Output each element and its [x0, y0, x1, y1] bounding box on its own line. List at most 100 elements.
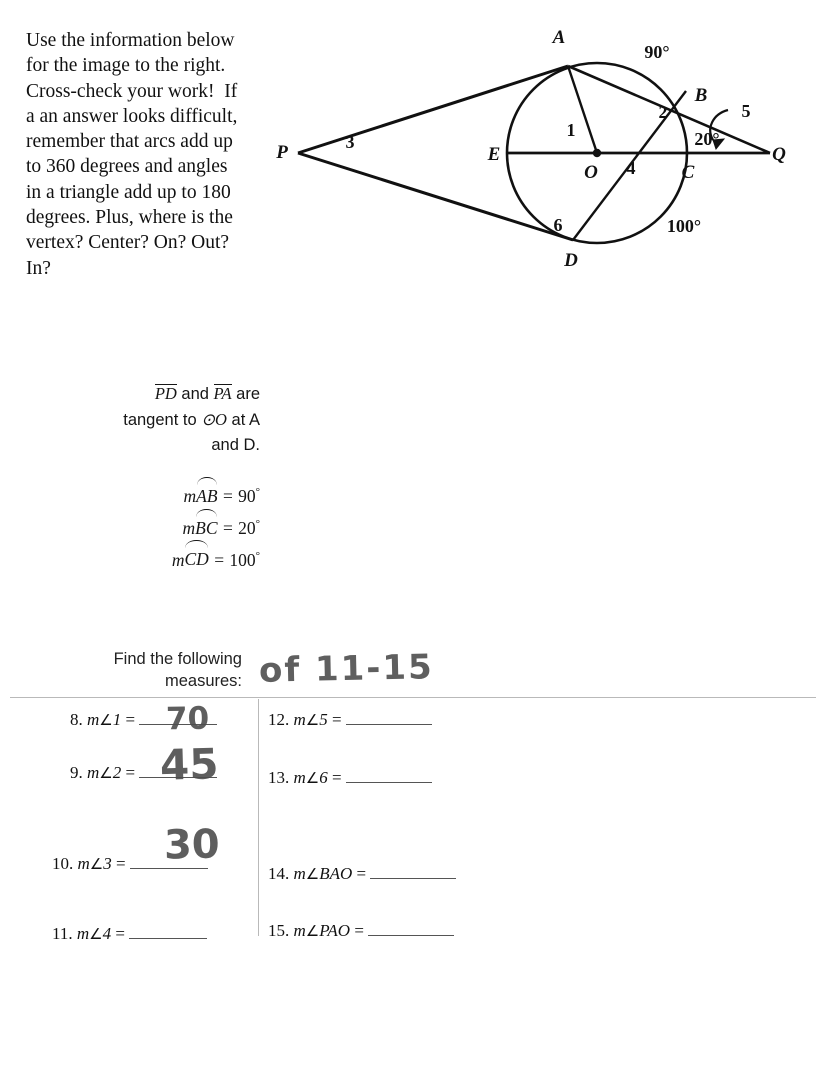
answer-blank-13[interactable] [345, 782, 432, 783]
angle-symbol-10: ∠ [89, 855, 104, 873]
find-measures-header: Find the following measures: [46, 648, 242, 692]
question-number-15: 15. [268, 921, 290, 940]
question-item-11: 11. m∠4 = [40, 924, 254, 944]
question-eq-9: = [121, 763, 140, 782]
column-divider [258, 699, 259, 936]
angle-symbol-9: ∠ [99, 764, 113, 782]
diagram-angle-6: 6 [554, 215, 563, 235]
angle-symbol-11: ∠ [89, 925, 103, 943]
question-name-10: 3 [103, 854, 112, 873]
question-item-9: 9. m∠2 = [40, 763, 254, 783]
arc-name-cd: CD [184, 540, 209, 573]
diagram-angle-1: 1 [567, 120, 576, 140]
diagram-angle-5: 5 [742, 101, 751, 121]
arc-eq-bc: = [217, 517, 239, 538]
question-eq-13: = [327, 768, 346, 787]
diagram-label-C: C [682, 162, 695, 183]
diagram-arc-label-90: 90° [644, 42, 669, 62]
diagram-arc-label-20: 20° [694, 129, 719, 149]
given-tangent-line1: PD and PA are [60, 382, 260, 407]
diagram-svg: P A B C D E O Q 1 2 3 4 5 6 90° 20° 100° [275, 27, 786, 271]
answer-blank-15[interactable] [368, 935, 455, 936]
question-m-11: m [76, 924, 90, 943]
diagram-angle-4: 4 [627, 158, 636, 178]
question-m-8: m [87, 710, 100, 729]
question-name-13: 6 [319, 768, 328, 787]
question-m-10: m [77, 854, 90, 873]
diagram-label-E: E [487, 144, 501, 165]
arc-measure-list: mAB = 90° mBC = 20° mCD = 100° [60, 476, 260, 573]
given-and: and [176, 385, 214, 403]
worksheet-page: Use the information below for the image … [0, 0, 822, 1084]
given-are: are [231, 385, 260, 403]
tangent-line-pd [297, 151, 574, 242]
question-eq-10: = [111, 854, 130, 873]
question-name-12: 5 [319, 710, 328, 729]
diagram-label-B: B [694, 85, 708, 106]
diagram-label-O: O [584, 162, 598, 183]
center-point-o [592, 148, 602, 158]
answer-blank-11[interactable] [129, 938, 208, 939]
diagram-label-P: P [275, 142, 288, 163]
given-tangent-line2: tangent to ⊙O at A [60, 407, 260, 433]
question-item-14: 14. m∠BAO = [268, 864, 518, 884]
question-item-12: 12. m∠5 = [268, 710, 518, 730]
arc-deg-cd: ° [255, 549, 260, 562]
question-m-15: m [293, 921, 306, 940]
question-item-8: 8. m∠1 = [40, 710, 254, 730]
arc-value-ab: 90 [238, 485, 256, 506]
instructions-paragraph: Use the information below for the image … [26, 30, 243, 279]
answer-blank-14[interactable] [370, 878, 457, 879]
diagram-angle-2: 2 [659, 102, 668, 122]
question-name-14: BAO [319, 864, 353, 883]
question-eq-15: = [350, 921, 369, 940]
arc-value-cd: 100 [229, 549, 256, 570]
diagram-label-D: D [563, 250, 578, 271]
question-name-15: PAO [319, 921, 351, 940]
arc-value-bc: 20 [238, 517, 256, 538]
given-tangent-to: tangent to [123, 411, 202, 429]
handwritten-answer-10: 30 [163, 821, 221, 869]
arc-name-bc: BC [195, 508, 218, 542]
angle-symbol-12: ∠ [305, 711, 320, 729]
question-name-9: 2 [112, 763, 122, 782]
question-name-8: 1 [112, 710, 122, 729]
secant-line-abq [567, 64, 771, 155]
answer-blank-12[interactable] [345, 724, 432, 725]
diagram-label-Q: Q [772, 144, 786, 165]
arc-m-prefix-ab: m [183, 485, 197, 506]
arc-m-prefix-cd: m [171, 549, 185, 570]
arc-deg-bc: ° [255, 517, 260, 530]
angle-symbol-8: ∠ [99, 711, 113, 729]
handwritten-answer-9: 45 [159, 739, 220, 790]
arc-eq-ab: = [217, 485, 239, 506]
handwritten-answer-8: 70 [165, 700, 210, 738]
arc-measure-ab: mAB = 90° [60, 476, 260, 510]
circle-o-symbol: ⊙O [201, 410, 227, 429]
find-measures-line2: measures: [164, 672, 242, 690]
given-tangent-line3: and D. [211, 436, 260, 454]
arc-measure-bc: mBC = 20° [60, 508, 260, 542]
segment-pd: PD [154, 384, 177, 403]
arc-eq-cd: = [208, 549, 230, 570]
question-item-15: 15. m∠PAO = [268, 921, 518, 941]
question-m-14: m [293, 864, 306, 883]
question-number-13: 13. [268, 768, 290, 787]
arc-m-prefix-bc: m [182, 517, 196, 538]
question-column-left: 8. m∠1 = 9. m∠2 = 10. m∠3 = 11. m∠4 = [40, 704, 254, 944]
find-measures-line1: Find the following [113, 650, 242, 668]
question-number-14: 14. [268, 864, 290, 883]
question-m-12: m [293, 710, 306, 729]
question-item-13: 13. m∠6 = [268, 768, 518, 788]
segment-pa: PA [213, 384, 232, 403]
question-eq-8: = [121, 710, 140, 729]
question-number-8: 8. [70, 710, 83, 729]
question-number-12: 12. [268, 710, 290, 729]
question-eq-12: = [327, 710, 346, 729]
question-number-11: 11. [52, 924, 73, 943]
handwritten-range-note: of 11-15 [258, 647, 435, 691]
question-eq-11: = [111, 924, 130, 943]
diagram-arc-label-100: 100° [667, 216, 701, 236]
diagram-angle-3: 3 [346, 132, 355, 152]
question-name-11: 4 [102, 924, 112, 943]
